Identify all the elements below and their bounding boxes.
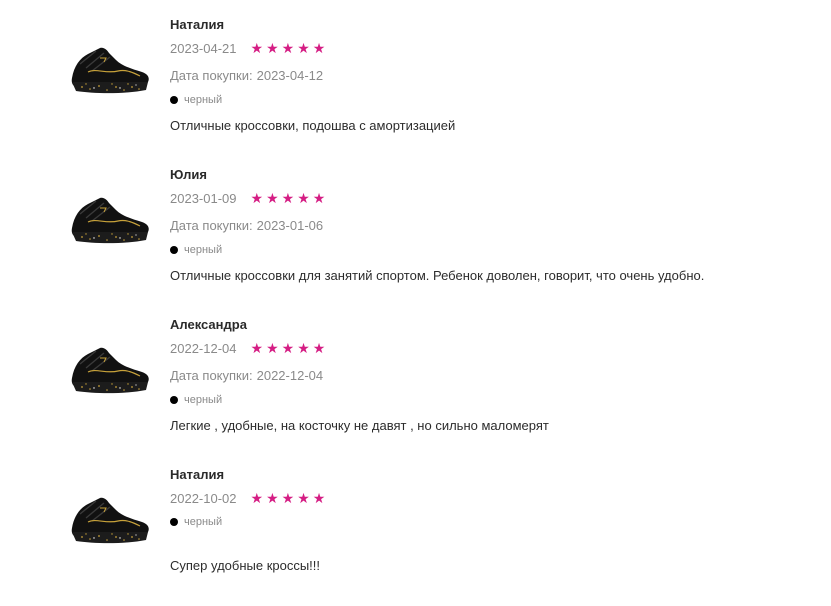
color-dot-icon [170,96,178,104]
review-date: 2023-04-21 [170,40,237,56]
review-meta: 2022-12-04 ★ ★ ★ ★ ★ [170,340,325,356]
star-icon: ★ [281,190,295,206]
review-item: Юлия 2023-01-09 ★ ★ ★ ★ ★ Дата покупки: 2… [0,150,831,300]
review-date: 2023-01-09 [170,190,237,206]
review-author: Юлия [170,167,207,182]
review-text: Легкие , удобные, на косточку не давят ,… [170,418,549,433]
star-icon: ★ [266,40,279,56]
purchase-date: 2023-04-12 [256,68,324,83]
review-author: Наталия [170,17,225,32]
color-dot-icon [170,518,178,526]
color-info: черный [170,244,222,256]
star-icon: ★ [266,190,279,206]
star-icon: ★ [297,340,310,356]
review-author: Александра [170,317,247,332]
purchase-info: Дата покупки: 2022-12-04 [170,368,323,383]
review-date: 2022-12-04 [170,340,237,356]
color-info: черный [170,516,222,528]
star-icon: ★ [281,340,295,356]
color-dot-icon [170,396,178,404]
purchase-label: Дата покупки: [170,68,253,83]
star-icon: ★ [312,190,326,206]
review-date: 2022-10-02 [170,490,237,506]
sneaker-thumbnail-icon [71,197,149,244]
purchase-date: 2022-12-04 [256,368,324,383]
review-meta: 2023-04-21 ★ ★ ★ ★ ★ [170,40,325,56]
star-icon: ★ [250,190,264,206]
star-icon: ★ [312,340,326,356]
product-thumbnail[interactable] [66,188,152,252]
star-icon: ★ [250,340,264,356]
purchase-info: Дата покупки: 2023-01-06 [170,218,323,233]
star-icon: ★ [312,490,326,506]
star-icon: ★ [297,490,310,506]
rating-stars: ★ ★ ★ ★ ★ [251,191,326,205]
review-item: Александра 2022-12-04 ★ ★ ★ ★ ★ Дата пок… [0,300,831,450]
star-icon: ★ [297,190,310,206]
color-name: черный [184,244,223,256]
color-name: черный [184,394,223,406]
purchase-info: Дата покупки: 2023-04-12 [170,68,323,83]
purchase-label: Дата покупки: [170,218,253,233]
review-meta: 2022-10-02 ★ ★ ★ ★ ★ [170,490,325,506]
sneaker-thumbnail-icon [71,347,149,394]
review-item: Наталия 2022-10-02 ★ ★ ★ ★ ★ черный Супе… [0,450,831,600]
review-text: Отличные кроссовки для занятий спортом. … [170,268,705,283]
purchase-label: Дата покупки: [170,368,253,383]
product-thumbnail[interactable] [66,488,152,552]
review-author: Наталия [170,467,225,482]
star-icon: ★ [266,490,279,506]
star-icon: ★ [281,490,295,506]
product-thumbnail[interactable] [66,38,152,102]
purchase-date: 2023-01-06 [256,218,324,233]
color-dot-icon [170,246,178,254]
review-meta: 2023-01-09 ★ ★ ★ ★ ★ [170,190,325,206]
star-icon: ★ [281,40,295,56]
star-icon: ★ [250,490,264,506]
color-name: черный [184,516,223,528]
sneaker-thumbnail-icon [71,47,149,94]
review-text: Супер удобные кроссы!!! [170,558,321,573]
rating-stars: ★ ★ ★ ★ ★ [251,41,326,55]
sneaker-thumbnail-icon [71,497,149,544]
color-info: черный [170,394,222,406]
star-icon: ★ [250,40,264,56]
color-info: черный [170,94,222,106]
rating-stars: ★ ★ ★ ★ ★ [251,491,326,505]
product-thumbnail[interactable] [66,338,152,402]
review-item: Наталия 2023-04-21 ★ ★ ★ ★ ★ Дата покупк… [0,0,831,150]
star-icon: ★ [297,40,310,56]
star-icon: ★ [266,340,279,356]
review-text: Отличные кроссовки, подошва с амортизаци… [170,118,456,133]
rating-stars: ★ ★ ★ ★ ★ [251,341,326,355]
color-name: черный [184,94,223,106]
star-icon: ★ [312,40,326,56]
